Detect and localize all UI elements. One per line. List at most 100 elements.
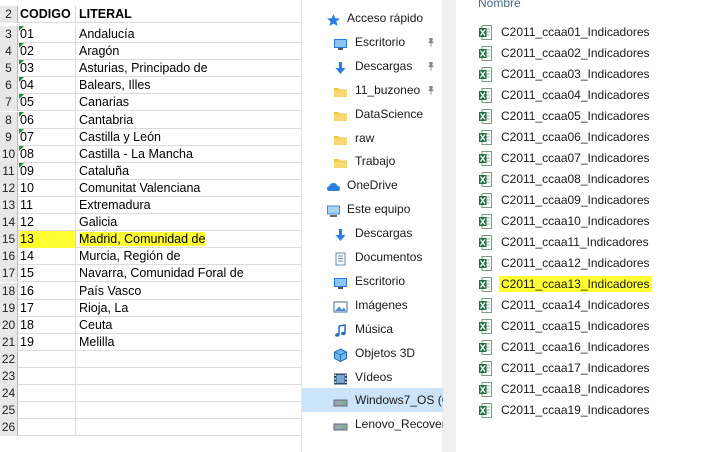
row-number[interactable]: 2 [0,6,18,23]
row-number[interactable]: 7 [0,94,18,112]
cell-codigo[interactable] [19,385,76,403]
cell-codigo[interactable]: 06 [19,111,76,129]
file-item[interactable]: C2011_ccaa08_Indicadores [476,169,696,189]
cell-codigo[interactable] [19,368,76,385]
cell-codigo[interactable]: 16 [19,282,76,300]
nav-item[interactable]: Imágenes [302,293,443,317]
row-number[interactable]: 25 [0,402,18,420]
row-number[interactable]: 19 [0,299,18,317]
row-number[interactable]: 23 [0,368,18,385]
cell-codigo[interactable]: 04 [19,77,76,95]
nav-item[interactable]: Objetos 3D [302,341,443,365]
file-item[interactable]: C2011_ccaa10_Indicadores [476,211,696,231]
row-number[interactable]: 20 [0,316,18,334]
cell-literal[interactable]: Balears, Illes [77,77,301,94]
cell-literal[interactable]: Murcia, Región de [77,248,301,265]
cell-literal[interactable]: Canarias [77,94,301,111]
row-number[interactable]: 21 [0,333,18,351]
file-item[interactable]: C2011_ccaa01_Indicadores [476,22,696,42]
cell-literal[interactable]: Cantabria [77,112,301,129]
cell-literal[interactable]: Ceuta [77,317,301,334]
nav-scrollbar[interactable] [442,0,456,452]
cell-literal[interactable]: Comunitat Valenciana [77,180,301,197]
cell-literal[interactable]: Cataluña [77,163,301,180]
nav-item[interactable]: Descargas [302,221,443,245]
row-number[interactable]: 3 [0,26,18,43]
cell-codigo[interactable]: 15 [19,265,76,283]
cell-literal[interactable] [77,351,301,368]
cell-codigo[interactable]: 02 [19,43,76,61]
cell-codigo[interactable] [19,402,76,420]
file-item[interactable]: C2011_ccaa13_Indicadores [476,274,696,294]
nav-item[interactable]: Escritorio [302,269,443,293]
nav-item[interactable]: Windows7_OS (C [302,388,443,413]
cell-codigo[interactable]: 01 [19,26,76,43]
cell-literal[interactable]: Castilla y León [77,129,301,146]
row-number[interactable]: 11 [0,162,18,180]
cell-codigo[interactable]: 07 [19,128,76,146]
file-item[interactable]: C2011_ccaa14_Indicadores [476,295,696,315]
cell-codigo[interactable]: 13 [19,231,76,249]
file-item[interactable]: C2011_ccaa18_Indicadores [476,379,696,399]
file-item[interactable]: C2011_ccaa11_Indicadores [476,232,696,252]
cell-literal[interactable]: Melilla [77,334,301,351]
row-number[interactable]: 26 [0,419,18,437]
nav-item[interactable]: DataScience [302,102,443,126]
cell-codigo[interactable] [19,419,76,437]
cell-codigo[interactable]: 09 [19,162,76,180]
cell-codigo[interactable]: 05 [19,94,76,112]
cell-codigo[interactable]: 17 [19,299,76,317]
cell-codigo[interactable]: 18 [19,316,76,334]
cell-literal[interactable]: LITERAL [77,6,301,23]
cell-codigo[interactable] [19,350,76,368]
row-number[interactable]: 24 [0,385,18,403]
file-item[interactable]: C2011_ccaa19_Indicadores [476,400,696,420]
row-number[interactable]: 13 [0,197,18,214]
cell-literal[interactable] [77,385,301,402]
row-number[interactable]: 8 [0,111,18,129]
file-item[interactable]: C2011_ccaa07_Indicadores [476,148,696,168]
row-number[interactable]: 6 [0,77,18,95]
cell-codigo[interactable]: 14 [19,248,76,266]
cell-literal[interactable]: Galicia [77,214,301,231]
cell-literal[interactable]: Asturias, Principado de [77,60,301,77]
cell-literal[interactable]: Andalucía [77,26,301,43]
cell-codigo[interactable]: 11 [19,197,76,214]
row-number[interactable]: 5 [0,60,18,78]
row-number[interactable]: 9 [0,128,18,146]
file-item[interactable]: C2011_ccaa09_Indicadores [476,190,696,210]
file-item[interactable]: C2011_ccaa15_Indicadores [476,316,696,336]
file-item[interactable]: C2011_ccaa17_Indicadores [476,358,696,378]
nav-item[interactable]: Lenovo_Recover [302,412,443,436]
cell-codigo[interactable]: CODIGO [19,6,76,23]
cell-codigo[interactable]: 19 [19,333,76,351]
nav-item[interactable]: Trabajo [302,149,443,173]
row-number[interactable]: 14 [0,214,18,232]
row-number[interactable]: 12 [0,179,18,197]
row-number[interactable]: 10 [0,145,18,163]
cell-codigo[interactable]: 03 [19,60,76,78]
column-header-name[interactable]: Nombre [478,0,521,10]
row-number[interactable]: 17 [0,265,18,283]
nav-item[interactable]: Vídeos [302,365,443,389]
cell-literal[interactable]: Castilla - La Mancha [77,146,301,163]
cell-literal[interactable]: Aragón [77,43,301,60]
file-item[interactable]: C2011_ccaa02_Indicadores [476,43,696,63]
nav-item[interactable]: raw [302,126,443,150]
cell-literal[interactable]: País Vasco [77,283,301,300]
file-item[interactable]: C2011_ccaa06_Indicadores [476,127,696,147]
file-item[interactable]: C2011_ccaa03_Indicadores [476,64,696,84]
cell-literal[interactable] [77,402,301,419]
nav-item[interactable]: Escritorio [302,30,443,54]
nav-item[interactable]: Este equipo [302,197,443,221]
cell-literal[interactable] [77,419,301,436]
nav-item[interactable]: Documentos [302,245,443,269]
nav-item[interactable]: 11_buzoneo [302,78,443,102]
file-item[interactable]: C2011_ccaa12_Indicadores [476,253,696,273]
cell-literal[interactable] [77,368,301,385]
cell-codigo[interactable]: 08 [19,145,76,163]
row-number[interactable]: 18 [0,282,18,300]
cell-literal[interactable]: Extremadura [77,197,301,214]
nav-item[interactable]: Música [302,317,443,341]
row-number[interactable]: 22 [0,350,18,368]
